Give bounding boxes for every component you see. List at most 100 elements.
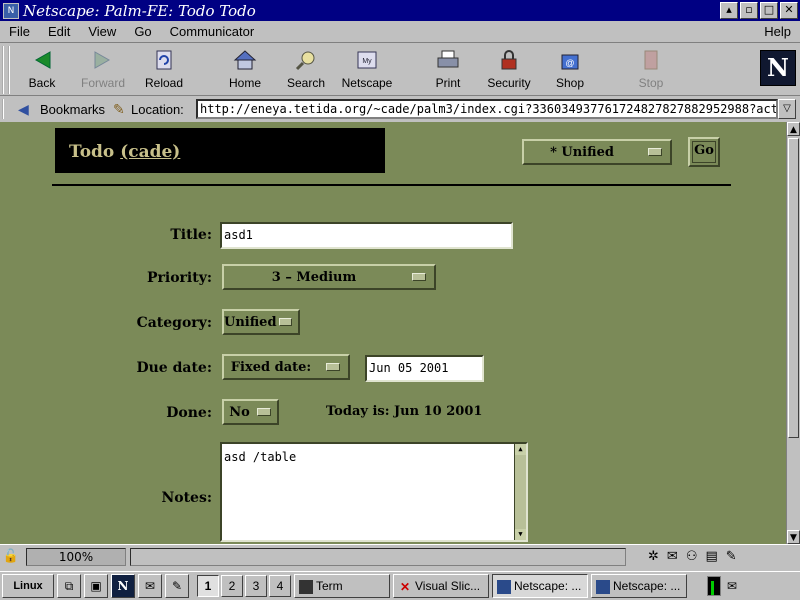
page-content: Todo (cade) * Unified Go Title: asd1 Pri… — [0, 122, 786, 544]
url-history-dropdown[interactable]: ▽ — [778, 99, 796, 119]
start-button[interactable]: Linux — [2, 574, 54, 598]
url-input[interactable]: http://eneya.tetida.org/~cade/palm3/inde… — [196, 99, 778, 119]
priority-value: 3 – Medium — [271, 269, 357, 285]
window-shade-button[interactable]: ▴ — [720, 2, 738, 19]
task-label: Term — [316, 579, 343, 593]
notes-label: Notes: — [161, 490, 212, 506]
category-select[interactable]: Unified — [222, 309, 300, 335]
taskbar: Linux ⧉ ▣ N ✉ ✎ 1 2 3 4 Term ✕ Visual Sli… — [0, 571, 800, 600]
desktop-1-button[interactable]: 1 — [197, 575, 219, 597]
page-title: Todo — [69, 142, 115, 162]
composer-icon[interactable]: ▤ — [705, 549, 717, 564]
search-icon — [295, 51, 315, 71]
security-button[interactable]: Security — [479, 46, 539, 94]
task-label: Netscape: ... — [613, 579, 681, 593]
task-visual-slick[interactable]: ✕ Visual Slic... — [393, 574, 489, 598]
back-button[interactable]: Back — [12, 46, 72, 94]
toolbar-grip[interactable] — [2, 46, 10, 94]
priority-select[interactable]: 3 – Medium — [222, 264, 436, 290]
go-button[interactable]: Go — [688, 137, 720, 167]
due-date-type-select[interactable]: Fixed date: — [222, 354, 350, 380]
category-value: Unified — [224, 314, 277, 330]
stop-icon — [644, 50, 658, 70]
task-netscape-active[interactable]: Netscape: ... — [492, 574, 588, 598]
search-label: Search — [286, 76, 326, 90]
netscape-logo[interactable]: N — [760, 50, 796, 86]
menu-go[interactable]: Go — [125, 24, 160, 39]
terminal-launcher-icon[interactable]: ▣ — [84, 574, 108, 598]
notes-scroll-down-icon[interactable]: ▼ — [515, 529, 526, 540]
menu-file[interactable]: File — [0, 24, 39, 39]
shopping-bag-icon: @ — [561, 54, 579, 70]
home-button[interactable]: Home — [215, 46, 275, 94]
stop-button[interactable]: Stop — [621, 46, 681, 94]
desktop-3-button[interactable]: 3 — [245, 575, 267, 597]
location-bar-grip[interactable] — [2, 99, 12, 119]
printer-icon — [437, 50, 459, 68]
home-label: Home — [228, 76, 261, 90]
due-date-type-value: Fixed date: — [230, 359, 312, 375]
mail-notify-icon[interactable]: ✉ — [727, 579, 737, 593]
notes-textarea[interactable]: asd /table ▲ ▼ — [220, 442, 528, 542]
netscape-launcher-icon[interactable]: N — [111, 574, 135, 598]
task-term[interactable]: Term — [294, 574, 390, 598]
done-select[interactable]: No — [222, 399, 279, 425]
title-field[interactable]: asd1 — [220, 222, 513, 249]
task-netscape[interactable]: Netscape: ... — [591, 574, 687, 598]
progress-percent: 100% — [26, 547, 126, 566]
netscape-window-icon[interactable]: N — [3, 2, 19, 19]
notes-text: asd /table — [224, 450, 297, 464]
title-label: Title: — [170, 227, 212, 243]
bookmarks-button[interactable]: Bookmarks — [40, 102, 105, 117]
shop-button[interactable]: @ Shop — [540, 46, 600, 94]
dropdown-indicator-icon — [648, 148, 662, 156]
category-filter-select[interactable]: * Unified — [522, 139, 672, 165]
shop-label: Shop — [555, 76, 585, 90]
window-list-icon[interactable]: ⧉ — [57, 574, 81, 598]
stop-label: Stop — [638, 76, 664, 90]
scroll-down-icon[interactable]: ▼ — [787, 530, 800, 544]
window-title-bar[interactable]: N Netscape: Palm-FE: Todo Todo ▴ ▫ □ ✕ — [0, 0, 800, 21]
reload-button[interactable]: Reload — [134, 46, 194, 94]
priority-label: Priority: — [146, 270, 212, 286]
netscape-button[interactable]: My Netscape — [337, 46, 397, 94]
forward-button[interactable]: Forward — [73, 46, 133, 94]
svg-text:My: My — [362, 58, 372, 65]
scrollbar-thumb[interactable] — [788, 138, 799, 438]
page-scrollbar[interactable]: ▲ ▼ — [786, 122, 800, 544]
menu-help[interactable]: Help — [755, 24, 800, 39]
window-maximize-button[interactable]: □ — [760, 2, 778, 19]
page-proxy-icon[interactable]: ✎ — [113, 101, 129, 118]
menu-view[interactable]: View — [79, 24, 125, 39]
dropdown-indicator-icon — [257, 408, 271, 416]
notes-scroll-up-icon[interactable]: ▲ — [515, 444, 526, 455]
security-status-icon[interactable]: 🔓 — [0, 549, 22, 564]
menu-edit[interactable]: Edit — [39, 24, 79, 39]
search-button[interactable]: Search — [276, 46, 336, 94]
due-date-field[interactable]: Jun 05 2001 — [365, 355, 484, 382]
discussions-icon[interactable]: ⚇ — [686, 549, 698, 564]
category-label: Category: — [136, 315, 212, 331]
user-link[interactable]: (cade) — [120, 142, 180, 162]
mail-icon[interactable]: ✉ — [667, 549, 678, 564]
netscape-task-icon — [497, 579, 511, 594]
scroll-up-icon[interactable]: ▲ — [787, 122, 800, 136]
home-icon — [233, 50, 257, 70]
reload-label: Reload — [144, 76, 184, 90]
mail-launcher-icon[interactable]: ✉ — [138, 574, 162, 598]
window-minimize-button[interactable]: ▫ — [740, 2, 758, 19]
edit-icon[interactable]: ✎ — [726, 549, 737, 564]
bookmarks-icon[interactable]: ◀ — [18, 101, 36, 118]
menu-communicator[interactable]: Communicator — [161, 24, 264, 39]
x-app-icon: ✕ — [399, 579, 411, 594]
dropdown-indicator-icon — [278, 318, 292, 326]
notes-scrollbar[interactable]: ▲ ▼ — [514, 444, 526, 540]
netscape-task-icon — [596, 579, 610, 594]
navigator-icon[interactable]: ✲ — [648, 549, 659, 564]
desktop-2-button[interactable]: 2 — [221, 575, 243, 597]
print-button[interactable]: Print — [418, 46, 478, 94]
print-label: Print — [435, 76, 461, 90]
editor-launcher-icon[interactable]: ✎ — [165, 574, 189, 598]
window-close-button[interactable]: ✕ — [780, 2, 798, 19]
desktop-4-button[interactable]: 4 — [269, 575, 291, 597]
